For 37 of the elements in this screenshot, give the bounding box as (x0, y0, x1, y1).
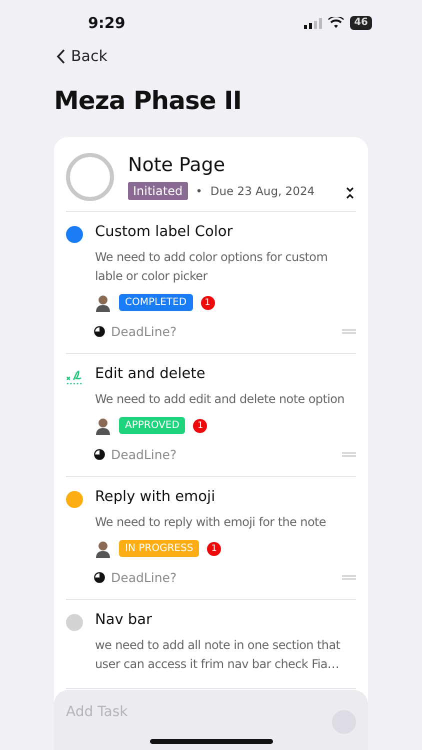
clock-icon (94, 448, 105, 460)
task-title[interactable]: Nav bar (95, 612, 356, 628)
status-tag: COMPLETED (119, 294, 193, 311)
avatar-icon (95, 416, 111, 434)
task-title[interactable]: Edit and delete (95, 366, 356, 382)
wifi-icon (328, 17, 344, 29)
avatar-icon (95, 294, 111, 312)
task-description: We need to add edit and delete note option (95, 390, 346, 408)
task-title[interactable]: Custom label Color (95, 224, 356, 240)
task-title[interactable]: Reply with emoji (95, 488, 356, 504)
back-button[interactable]: Back (56, 46, 108, 66)
signature-icon (66, 368, 83, 386)
status-tag: Initiated (128, 182, 188, 200)
signal-icon (304, 18, 322, 28)
count-badge: 1 (193, 418, 208, 432)
status-time: 9:29 (88, 14, 126, 32)
battery-level: 46 (350, 16, 372, 30)
task-description: we need to add all note in one section that user can access it frim nav bar check Fia… (95, 636, 342, 672)
count-badge: 1 (207, 542, 222, 556)
status-tag: APPROVED (119, 417, 186, 434)
avatar-icon (95, 540, 111, 558)
clock-icon (94, 326, 105, 336)
clock-icon (94, 572, 105, 582)
due-date: Due 23 Aug, 2024 (210, 184, 315, 198)
drag-handle-icon[interactable] (342, 328, 356, 334)
separator-dot: • (196, 184, 202, 198)
count-badge: 1 (200, 296, 215, 310)
progress-ring (66, 152, 114, 200)
drag-handle-icon[interactable] (342, 574, 356, 580)
task-description: We need to reply with emoji for the note (95, 514, 327, 530)
drag-handle-icon[interactable] (342, 452, 356, 456)
page-title: Meza Phase II (54, 86, 243, 114)
status-tag: IN PROGRESS (119, 540, 200, 557)
task-description: We need to add color options for custom lable or color picker (95, 248, 329, 284)
chevron-left-icon[interactable] (56, 48, 65, 64)
collapse-icon[interactable] (344, 184, 356, 200)
project-name: Note Page (128, 154, 226, 176)
